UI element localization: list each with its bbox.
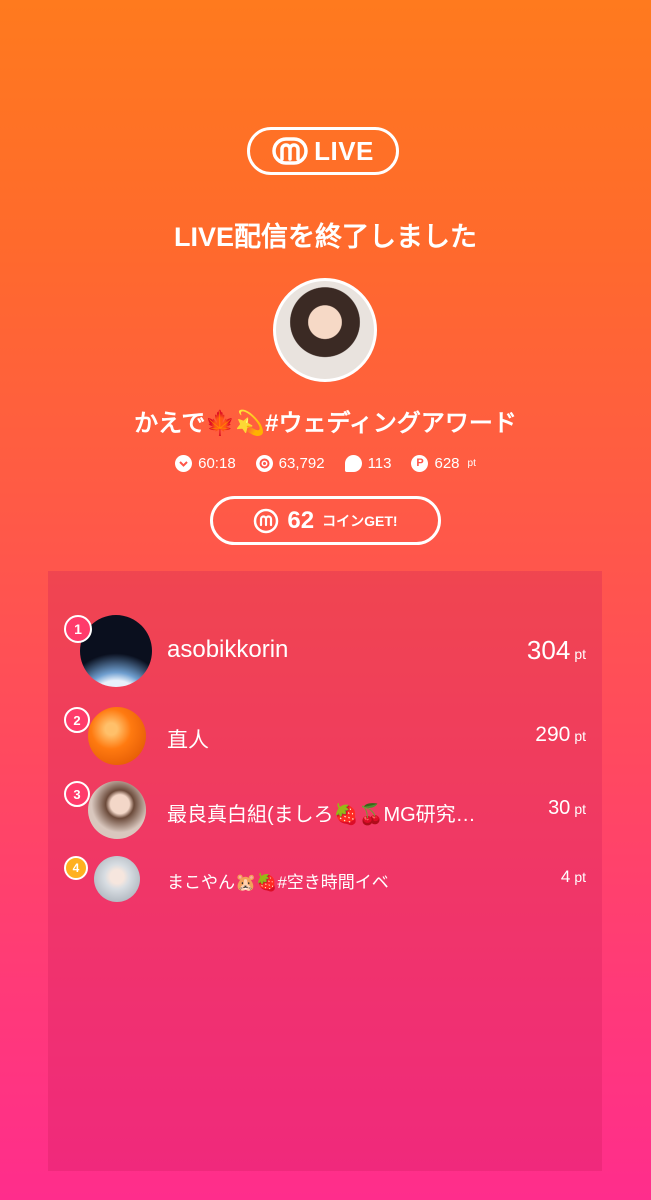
ranking-row[interactable]: 3 最良真白組(ましろ🍓🍒MG研究… 30 pt	[48, 781, 602, 839]
user-name: まこやん🐹🍓#空き時間イベ	[167, 873, 389, 892]
rank-badge: 1	[64, 615, 92, 643]
streamer-name: かえで🍁💫#ウェディングアワード	[134, 410, 517, 437]
stream-ended-title: LIVE配信を終了しました	[173, 222, 477, 252]
rank-badge: 2	[64, 707, 90, 733]
points-value: 628	[434, 455, 460, 472]
ranking-row[interactable]: 2 直人 290 pt	[48, 707, 602, 765]
m-logo-icon	[272, 137, 308, 165]
user-name: 最良真白組(ましろ🍓🍒MG研究…	[167, 804, 476, 826]
comment-icon	[344, 455, 362, 472]
coin-label: コインGET!	[322, 512, 398, 529]
chevron-down-icon	[175, 455, 193, 472]
viewers-icon	[255, 455, 273, 472]
duration-value: 60:18	[198, 455, 236, 472]
user-avatar[interactable]	[88, 707, 146, 765]
user-points: 290 pt	[535, 723, 586, 746]
stat-comments: 113	[344, 455, 392, 472]
stat-viewers: 63,792	[255, 455, 325, 472]
rank-badge: 3	[64, 781, 90, 807]
user-avatar[interactable]	[94, 856, 140, 902]
mixchannel-live-logo: LIVE	[247, 127, 399, 175]
rank-badge: 4	[64, 856, 88, 880]
coin-icon	[254, 508, 279, 533]
ranking-panel: 1 asobikkorin 304 pt 2 直人 290 pt 3 最良真白組(ま…	[48, 571, 602, 1171]
stat-points: P 628 pt	[411, 455, 476, 472]
viewers-value: 63,792	[278, 455, 325, 472]
points-unit: pt	[467, 458, 476, 469]
ranking-row[interactable]: 4 まこやん🐹🍓#空き時間イベ 4 pt	[48, 856, 602, 902]
stat-duration: 60:18	[175, 455, 236, 472]
logo-text: LIVE	[314, 135, 374, 166]
user-points: 304 pt	[526, 635, 586, 665]
coin-earned-pill: 62 コインGET!	[210, 496, 441, 545]
points-icon: P	[411, 455, 429, 472]
user-name: 直人	[167, 729, 209, 752]
user-points: 4 pt	[560, 867, 586, 886]
user-name: asobikkorin	[167, 636, 289, 663]
stream-stats: 60:18 63,792 113 P 628 pt	[0, 455, 651, 472]
user-points: 30 pt	[548, 797, 586, 819]
comments-value: 113	[367, 455, 392, 472]
ranking-row[interactable]: 1 asobikkorin 304 pt	[48, 615, 602, 687]
coin-amount: 62	[287, 506, 315, 534]
user-avatar[interactable]	[88, 781, 146, 839]
streamer-avatar[interactable]	[273, 278, 377, 382]
